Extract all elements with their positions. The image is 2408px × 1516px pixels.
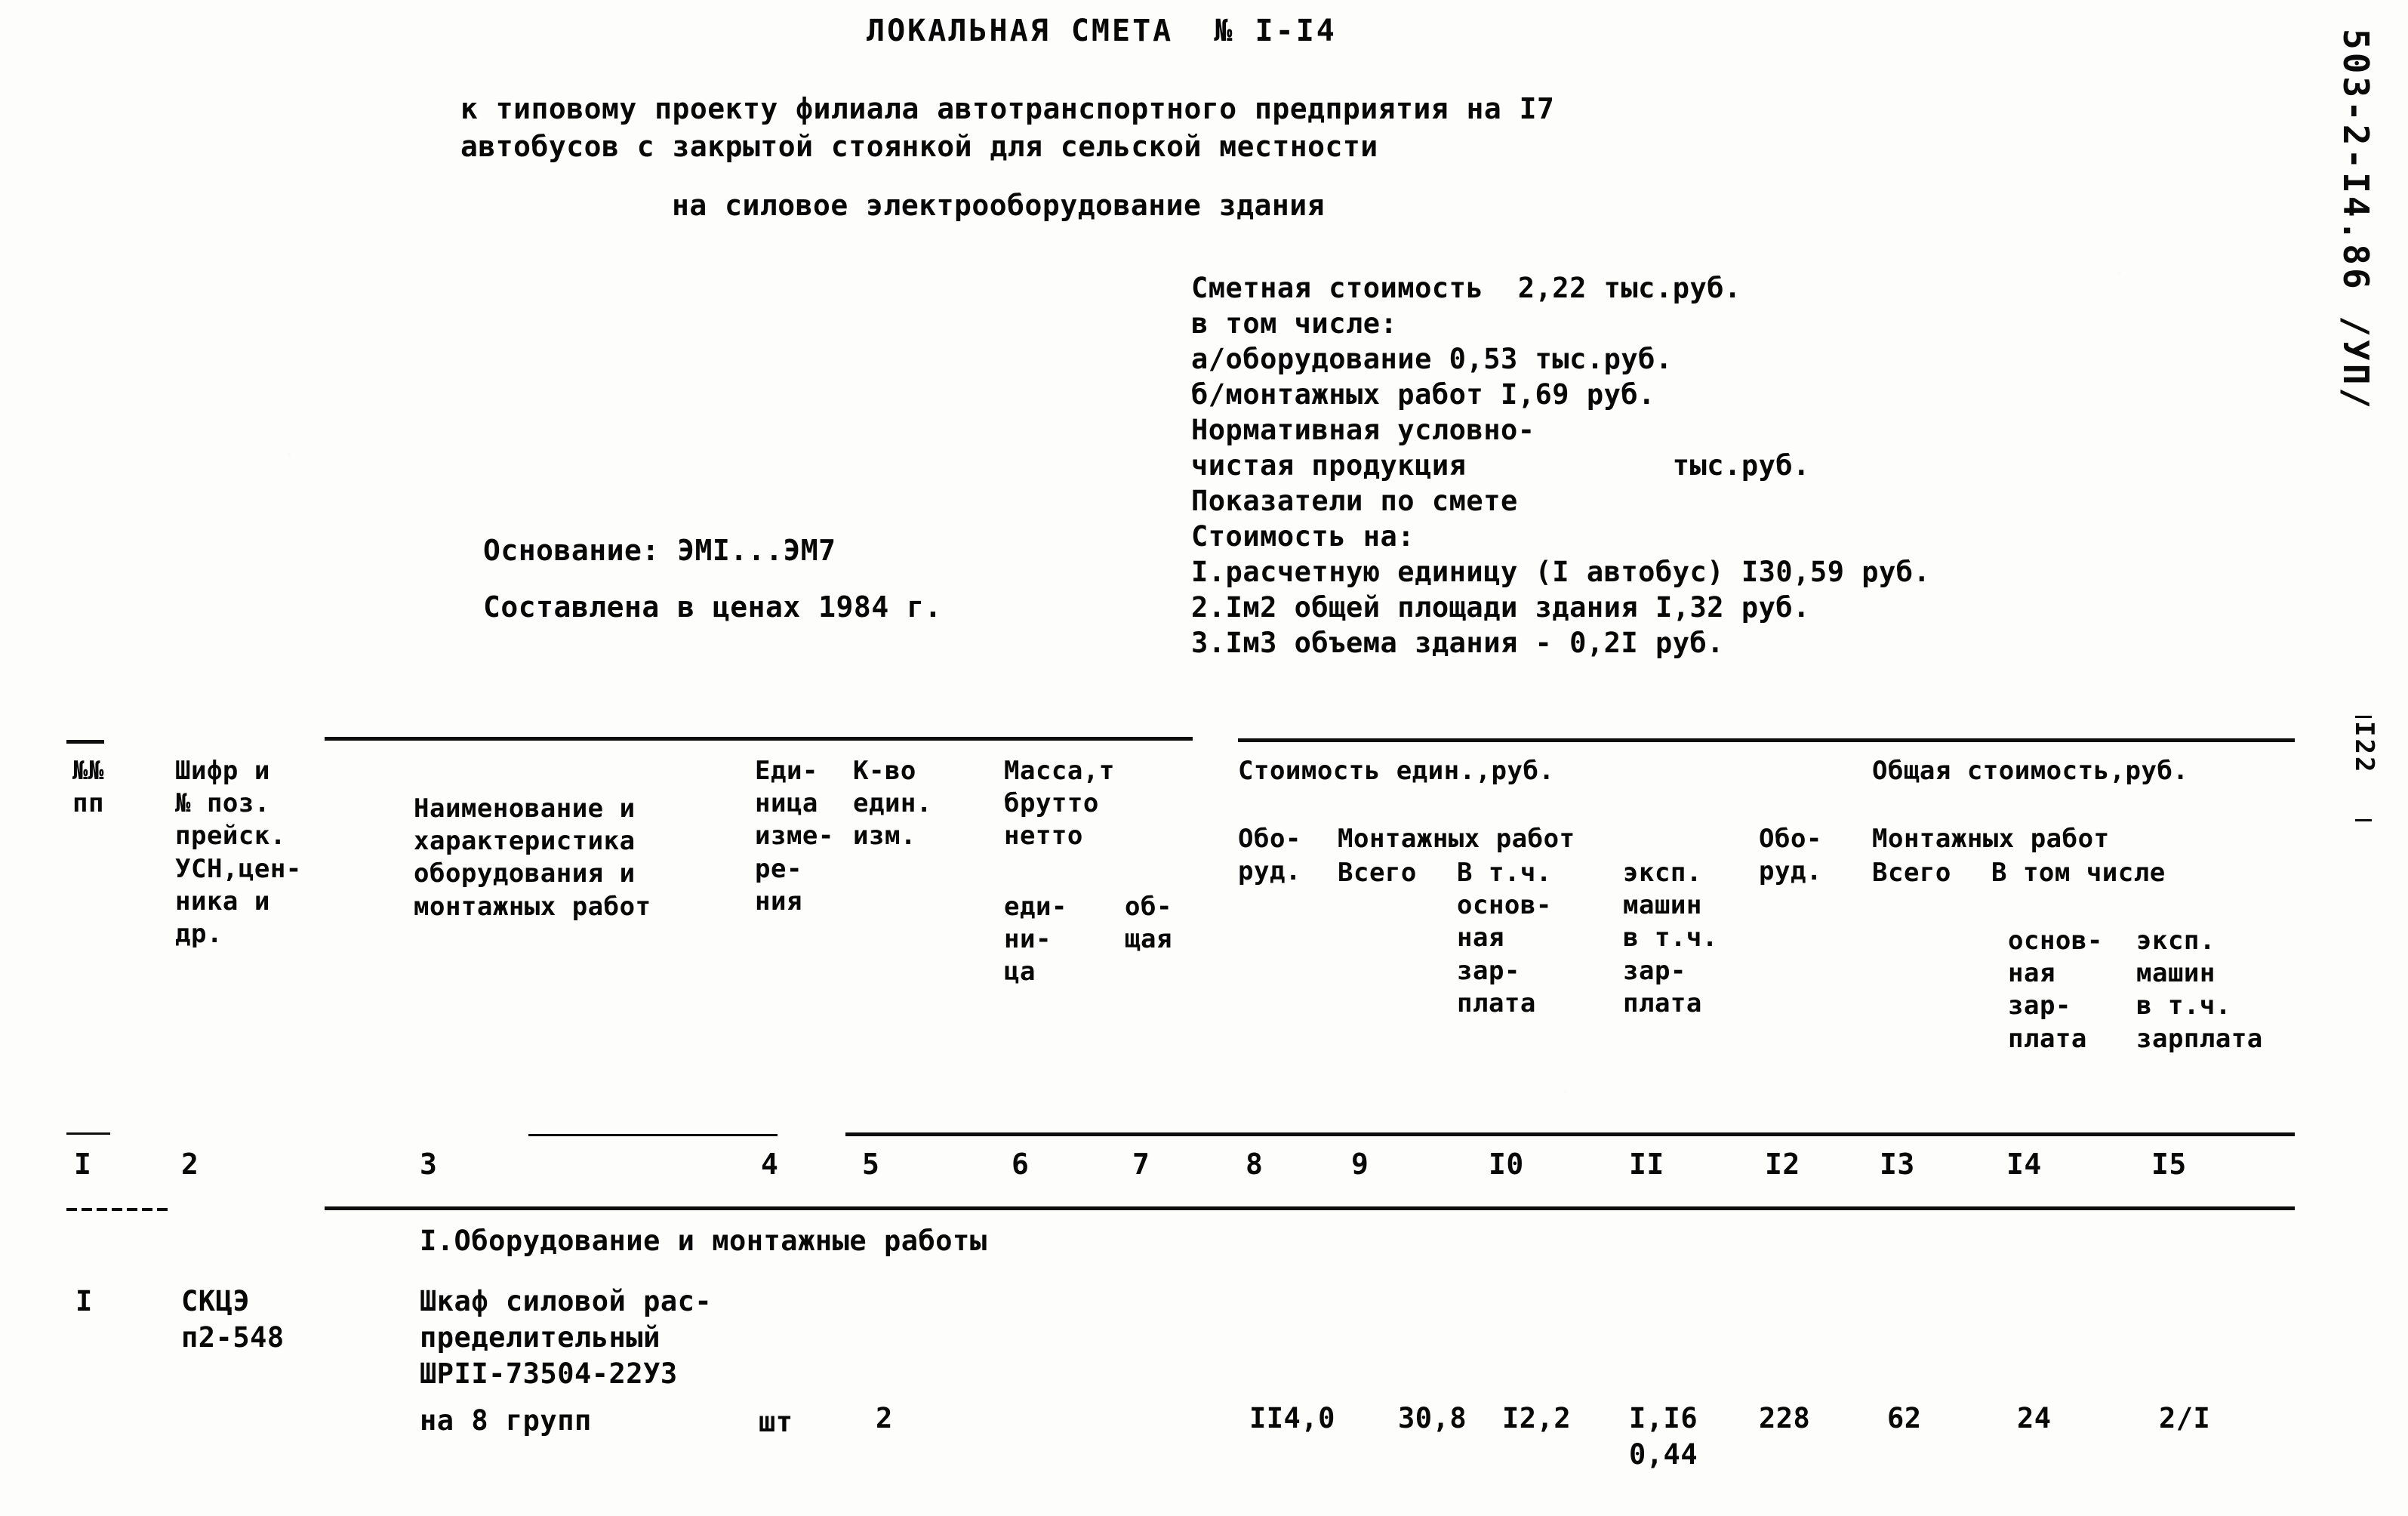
colnum-5: 5	[862, 1148, 880, 1181]
header-col-12: Обо- руд.	[1759, 824, 1822, 887]
colnum-2: 2	[181, 1148, 199, 1181]
row-1-total-basic-salary: 24	[2017, 1402, 2052, 1434]
header-col-9-group: Монтажных работ	[1338, 824, 1575, 854]
row-1-name-line-4: на 8 групп	[420, 1404, 592, 1437]
summary-including-label: в том числе:	[1191, 307, 1398, 340]
summary-net-output-line-2: чистая продукция тыс.руб.	[1191, 449, 1810, 482]
summary-installation-cost: б/монтажных работ I,69 руб.	[1191, 378, 1655, 411]
header-col-3: Наименование и характеристика оборудован…	[414, 793, 651, 922]
colnum-7: 7	[1132, 1148, 1150, 1181]
header-col-9: Всего	[1338, 858, 1417, 888]
header-col-4: Еди- ница изме- ре- ния	[755, 756, 834, 917]
row-1-cipher-line-2: п2-548	[181, 1321, 285, 1354]
header-col-2: Шифр и № поз. прейск. УСН,цен- ника и др…	[175, 756, 302, 949]
margin-dash-bottom	[2355, 819, 2372, 821]
header-rule-left-stub	[66, 740, 104, 744]
header-col-5: К-во един. изм.	[853, 756, 932, 852]
colnum-9: 9	[1351, 1148, 1369, 1181]
header-col-14: основ- ная зар- плата	[2008, 926, 2103, 1054]
row-1-cipher-line-1: СКЦЭ	[181, 1285, 251, 1317]
margin-page-number: I22	[2349, 721, 2379, 775]
row-1-name-line-2: пределительный	[420, 1321, 661, 1354]
row-1-unit-machine-cost: I2,2	[1502, 1402, 1572, 1434]
row-1-unit-basic-salary: 30,8	[1398, 1402, 1467, 1434]
header-group-unit-cost: Стоимость един.,руб.	[1238, 756, 1555, 786]
basis-reference: Основание: ЭМI...ЭМ7	[483, 534, 836, 567]
colnum-12: I2	[1765, 1148, 1800, 1181]
header-col-8: Обо- руд.	[1238, 824, 1301, 887]
summary-net-output-line-1: Нормативная условно-	[1191, 414, 1535, 446]
summary-cost-per-m2: 2.Iм2 общей площади здания I,32 руб.	[1191, 591, 1810, 624]
header-col-15: эксп. машин в т.ч. зарплата	[2136, 926, 2263, 1054]
colnum-4: 4	[761, 1148, 779, 1181]
section-title: I.Оборудование и монтажные работы	[420, 1225, 987, 1257]
row-1-unit: шт	[759, 1406, 793, 1438]
summary-equipment-cost: а/оборудование 0,53 тыс.руб.	[1191, 343, 1673, 375]
row-1-number: I	[75, 1285, 93, 1317]
header-col-7: об- щая	[1125, 892, 1172, 955]
header-col-13: Всего	[1872, 858, 1951, 888]
colnum-rule-segment-a	[528, 1134, 778, 1136]
row-1-total-machine: 2/I	[2159, 1402, 2211, 1434]
colnum-15: I5	[2151, 1148, 2187, 1181]
subtitle-line-3: на силовое электрооборудование здания	[672, 189, 1325, 222]
basis-price-year: Составлена в ценах 1984 г.	[483, 590, 942, 624]
subtitle-line-1: к типовому проекту филиала автотранспорт…	[460, 92, 1555, 125]
row-1-total-installation: 62	[1887, 1402, 1922, 1434]
row-1-total-equipment: 228	[1759, 1402, 1811, 1434]
summary-cost-per-unit: I.расчетную единицу (I автобус) I30,59 р…	[1191, 556, 1931, 588]
row-1-unit-installation-total: II4,0	[1249, 1402, 1335, 1434]
colnum-11: II	[1629, 1148, 1664, 1181]
colnum-1: I	[74, 1148, 92, 1181]
summary-indicators-label: Показатели по смете	[1191, 485, 1518, 517]
header-col-10: В т.ч. основ- ная зар- плата	[1457, 858, 1552, 1018]
summary-cost-per-label: Стоимость на:	[1191, 520, 1415, 553]
colnum-14: I4	[2006, 1148, 2042, 1181]
colnum-3: 3	[420, 1148, 438, 1181]
row-1-unit-machine-salary-upper: I,I6	[1629, 1402, 1698, 1434]
colnum-10: I0	[1489, 1148, 1524, 1181]
header-col-13-group: Монтажных работ	[1872, 824, 2110, 854]
colnum-bottom-rule-left	[66, 1208, 172, 1211]
scanned-estimate-page: ЛОКАЛЬНАЯ СМЕТА № I-I4 к типовому проект…	[0, 0, 2408, 1516]
header-rule-segment-a	[325, 737, 1193, 741]
summary-cost-per-m3: 3.Iм3 объема здания - 0,2I руб.	[1191, 627, 1725, 659]
header-rule-segment-b	[1238, 738, 2295, 742]
header-col-6: еди- ни- ца	[1004, 892, 1067, 988]
row-1-name-line-3: ШРII-73504-22У3	[420, 1357, 678, 1390]
colnum-13: I3	[1880, 1148, 1915, 1181]
summary-total-cost: Сметная стоимость 2,22 тыс.руб.	[1191, 272, 1741, 304]
header-col-11: эксп. машин в т.ч. зар- плата	[1623, 858, 1718, 1018]
row-1-unit-machine-salary-lower: 0,44	[1629, 1438, 1698, 1471]
header-col-1: №№ пп	[72, 756, 104, 819]
header-group-total-cost: Общая стоимость,руб.	[1872, 756, 2189, 786]
subtitle-line-2: автобусов с закрытой стоянкой для сельск…	[460, 130, 1378, 163]
row-1-quantity: 2	[876, 1402, 893, 1434]
margin-dash-top	[2355, 716, 2372, 718]
header-col-6-group: Масса,т брутто нетто	[1004, 756, 1115, 852]
colnum-8: 8	[1246, 1148, 1264, 1181]
margin-project-code: 503-2-I4.86 /УП/	[2336, 29, 2376, 412]
header-col-14-group: В том числе	[1991, 858, 2166, 888]
page-title: ЛОКАЛЬНАЯ СМЕТА № I-I4	[867, 14, 1337, 48]
colnum-rule-segment-b	[845, 1132, 2295, 1136]
colnum-rule-left-stub	[66, 1132, 110, 1135]
colnum-6: 6	[1012, 1148, 1030, 1181]
row-1-name-line-1: Шкаф силовой рас-	[420, 1285, 713, 1317]
colnum-bottom-rule-main	[325, 1206, 2295, 1210]
